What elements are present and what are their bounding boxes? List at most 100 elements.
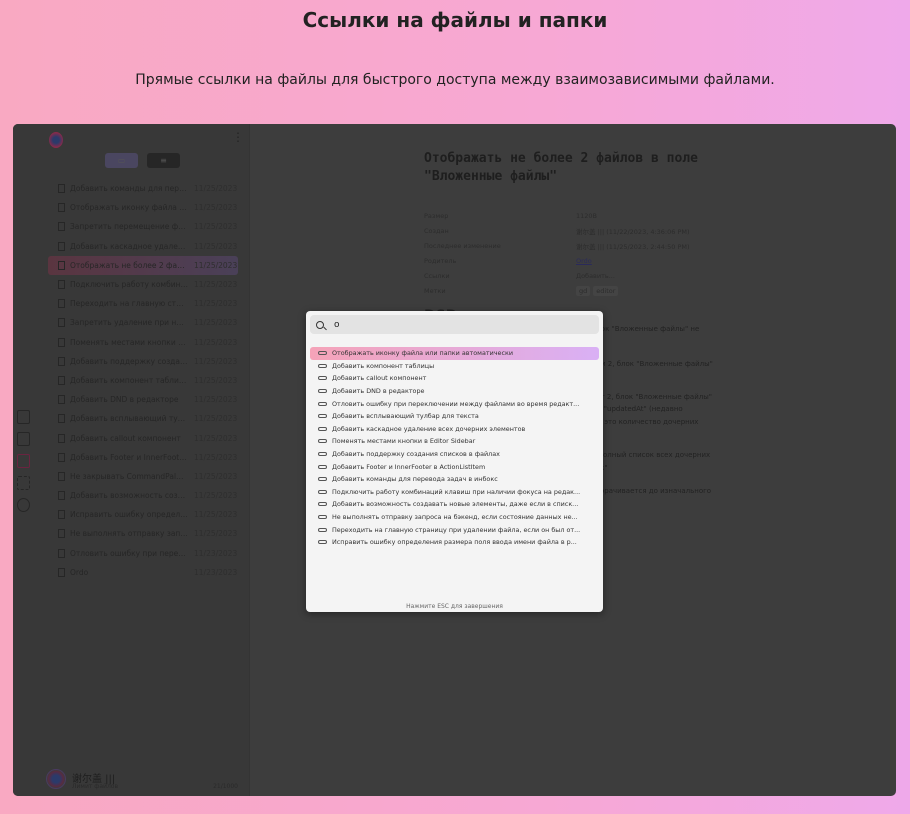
page-subtitle: Прямые ссылки на файлы для быстрого дост…	[135, 72, 775, 88]
link-icon	[318, 527, 327, 532]
result-item[interactable]: Отловить ошибку при переключении между ф…	[310, 397, 599, 410]
body-text: блок "Вложенные файлы" не	[592, 325, 700, 333]
file-item[interactable]: Ordo 11/23/2023	[48, 563, 238, 582]
file-item[interactable]: Добавить команды для перев... 11/25/2023	[48, 179, 238, 198]
result-label: Подключить работу комбинаций клавиш при …	[332, 487, 581, 496]
file-name: Не выполнять отправку запро...	[70, 529, 188, 539]
file-item[interactable]: Отображать иконку файла или... 11/25/2023	[48, 198, 238, 217]
results-list: Отображать иконку файла или папки автома…	[310, 347, 599, 549]
result-item[interactable]: Добавить каскадное удаление всех дочерни…	[310, 423, 599, 436]
file-name: Переходить на главную стран...	[70, 299, 188, 309]
file-item[interactable]: Добавить всплывающий тулба... 11/25/2023	[48, 409, 238, 428]
file-name: Добавить Footer и InnerFooter ...	[70, 452, 188, 462]
result-item[interactable]: Подключить работу комбинаций клавиш при …	[310, 486, 599, 499]
file-item[interactable]: Исправить ошибку определен... 11/25/2023	[48, 505, 238, 524]
link-icon	[318, 515, 327, 520]
file-item[interactable]: Добавить поддержку создани... 11/25/2023	[48, 352, 238, 371]
properties: Размер 1120B Создан 谢尔盖 ||| (11/22/2023, 4:…	[424, 208, 884, 298]
link-icon	[318, 351, 327, 356]
result-label: Добавить компонент таблицы	[332, 361, 435, 370]
result-label: Добавить возможность создавать новые эле…	[332, 500, 579, 509]
file-name: Не закрывать CommandPalette...	[70, 471, 188, 481]
property-value: Добавить...	[576, 271, 615, 280]
result-item[interactable]: Добавить DND в редакторе	[310, 385, 599, 398]
file-item[interactable]: Добавить DND в редакторе 11/25/2023	[48, 390, 238, 409]
result-label: Добавить каскадное удаление всех дочерни…	[332, 424, 526, 433]
file-name: Ordo	[70, 567, 89, 577]
file-item[interactable]: Подключить работу комбинац... 11/25/2023	[48, 275, 238, 294]
folder-icon[interactable]	[17, 432, 30, 446]
file-item[interactable]: Поменять местами кнопки в E... 11/25/2023	[48, 333, 238, 352]
file-icon	[58, 529, 65, 539]
result-item[interactable]: Добавить команды для перевода задач в ин…	[310, 473, 599, 486]
result-item[interactable]: Поменять местами кнопки в Editor Sidebar	[310, 435, 599, 448]
window-icon: ▭	[117, 156, 126, 165]
inbox-icon[interactable]	[17, 410, 30, 424]
view-toggle-window[interactable]: ▭	[105, 153, 138, 168]
search-input[interactable]	[334, 319, 584, 330]
file-name: Добавить компонент таблицы	[70, 375, 188, 385]
link-icon	[318, 376, 327, 381]
file-icon	[58, 433, 65, 443]
file-icon	[58, 184, 65, 194]
file-item[interactable]: Отловить ошибку при перекл... 11/23/2023	[48, 544, 238, 563]
file-item[interactable]: Добавить Footer и InnerFooter ... 11/25/2…	[48, 448, 238, 467]
result-item[interactable]: Не выполнять отправку запроса на бэкенд,…	[310, 511, 599, 524]
file-name: Добавить всплывающий тулба...	[70, 414, 188, 424]
result-item[interactable]: Добавить Footer и InnerFooter в ActionLi…	[310, 460, 599, 473]
list-icon: ≡	[160, 156, 167, 165]
file-item[interactable]: Не закрывать CommandPalette... 11/25/2023	[48, 467, 238, 486]
file-name: Отображать не более 2 файло...	[70, 260, 188, 270]
link-icon	[318, 426, 327, 431]
result-item[interactable]: Исправить ошибку определения размера пол…	[310, 536, 599, 549]
icon-rail	[17, 410, 33, 520]
result-item[interactable]: Добавить поддержку создания списков в фа…	[310, 448, 599, 461]
checklist-icon[interactable]	[17, 476, 30, 490]
file-item[interactable]: Переходить на главную стран... 11/25/2023	[48, 294, 238, 313]
result-item[interactable]: Добавить callout компонент	[310, 372, 599, 385]
file-item[interactable]: Добавить возможность создав... 11/25/2023	[48, 486, 238, 505]
link-icon	[318, 414, 327, 419]
property-value: 1120B	[576, 211, 598, 220]
body-text: сворачивается до изначального	[592, 487, 712, 495]
graph-icon[interactable]	[17, 498, 30, 512]
file-item[interactable]: Не выполнять отправку запро... 11/25/2023	[48, 524, 238, 543]
file-date: 11/25/2023	[194, 299, 238, 309]
file-item[interactable]: Запретить перемещение файл... 11/25/2023	[48, 217, 238, 236]
result-label: Переходить на главную страницу при удале…	[332, 525, 581, 534]
file-item[interactable]: Добавить каскадное удалени... 11/25/2023	[48, 237, 238, 256]
view-toggle-list[interactable]: ≡	[147, 153, 180, 168]
result-item[interactable]: Переходить на главную страницу при удале…	[310, 523, 599, 536]
file-icon	[58, 222, 65, 232]
search-field[interactable]	[310, 315, 599, 334]
file-icon	[58, 375, 65, 385]
file-name: Запретить удаление при нали...	[70, 318, 188, 328]
link-icon	[318, 489, 327, 494]
notes-icon[interactable]	[17, 454, 30, 468]
result-item[interactable]: Добавить возможность создавать новые эле…	[310, 498, 599, 511]
tag[interactable]: editor	[593, 285, 619, 296]
file-item[interactable]: Добавить компонент таблицы 11/25/2023	[48, 371, 238, 390]
file-name: Запретить перемещение файл...	[70, 222, 188, 232]
result-item[interactable]: Добавить компонент таблицы	[310, 360, 599, 373]
file-name: Отловить ошибку при перекл...	[70, 548, 188, 558]
file-icon	[58, 241, 65, 251]
parent-link[interactable]: Ordo	[576, 257, 592, 265]
property-value: 谢尔盖 ||| (11/22/2023, 4:36:06 PM)	[576, 227, 690, 236]
property-key: Родитель	[424, 256, 457, 265]
tag[interactable]: gd	[576, 285, 591, 296]
result-label: Исправить ошибку определения размера пол…	[332, 538, 577, 547]
file-item[interactable]: Запретить удаление при нали... 11/25/2023	[48, 313, 238, 332]
property-row: Размер 1120B	[424, 208, 884, 223]
file-item[interactable]: Отображать не более 2 файло... 11/25/2023	[48, 255, 238, 275]
body-text: или 2, блок "Вложенные файлы"	[592, 360, 713, 368]
more-menu-icon[interactable]: ⋮	[232, 130, 244, 144]
result-item[interactable]: Добавить всплывающий тулбар для текста	[310, 410, 599, 423]
property-key: Ссылки	[424, 271, 450, 280]
user-panel[interactable]: 谢尔盖 ||| Лимит файлов 21/1000	[46, 769, 251, 793]
result-item[interactable]: Отображать иконку файла или папки автома…	[310, 347, 599, 360]
link-icon	[318, 452, 327, 457]
file-item[interactable]: Добавить callout компонент 11/25/2023	[48, 428, 238, 447]
result-label: Не выполнять отправку запроса на бэкенд,…	[332, 513, 578, 522]
result-label: Добавить команды для перевода задач в ин…	[332, 475, 498, 484]
